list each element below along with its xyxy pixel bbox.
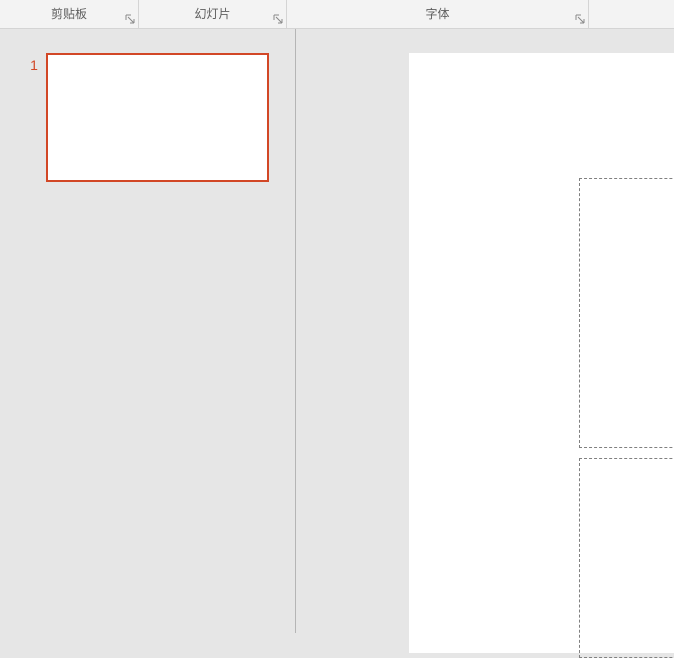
dialog-launcher-icon[interactable] [575, 14, 585, 24]
title-placeholder[interactable] [579, 178, 674, 448]
slide-canvas[interactable] [409, 53, 674, 653]
slide-number: 1 [22, 57, 46, 73]
ribbon-group-labels: 剪贴板 幻灯片 字体 [0, 0, 674, 29]
ribbon-group-label: 剪贴板 [51, 5, 87, 22]
slide-thumbnail-panel[interactable]: 1 [0, 29, 296, 633]
subtitle-placeholder[interactable] [579, 458, 674, 658]
slide-thumbnail[interactable] [46, 53, 269, 182]
ribbon-group-fonts: 字体 [287, 0, 589, 28]
ribbon-group-label: 字体 [425, 5, 449, 22]
main-area: 1 [0, 29, 674, 633]
ribbon-group-clipboard: 剪贴板 [0, 0, 139, 28]
ribbon-group-label: 幻灯片 [194, 5, 230, 22]
slide-thumbnail-row: 1 [0, 53, 295, 182]
slide-editor-area[interactable] [296, 29, 674, 633]
dialog-launcher-icon[interactable] [125, 14, 135, 24]
dialog-launcher-icon[interactable] [273, 14, 283, 24]
ribbon-group-slides: 幻灯片 [139, 0, 287, 28]
